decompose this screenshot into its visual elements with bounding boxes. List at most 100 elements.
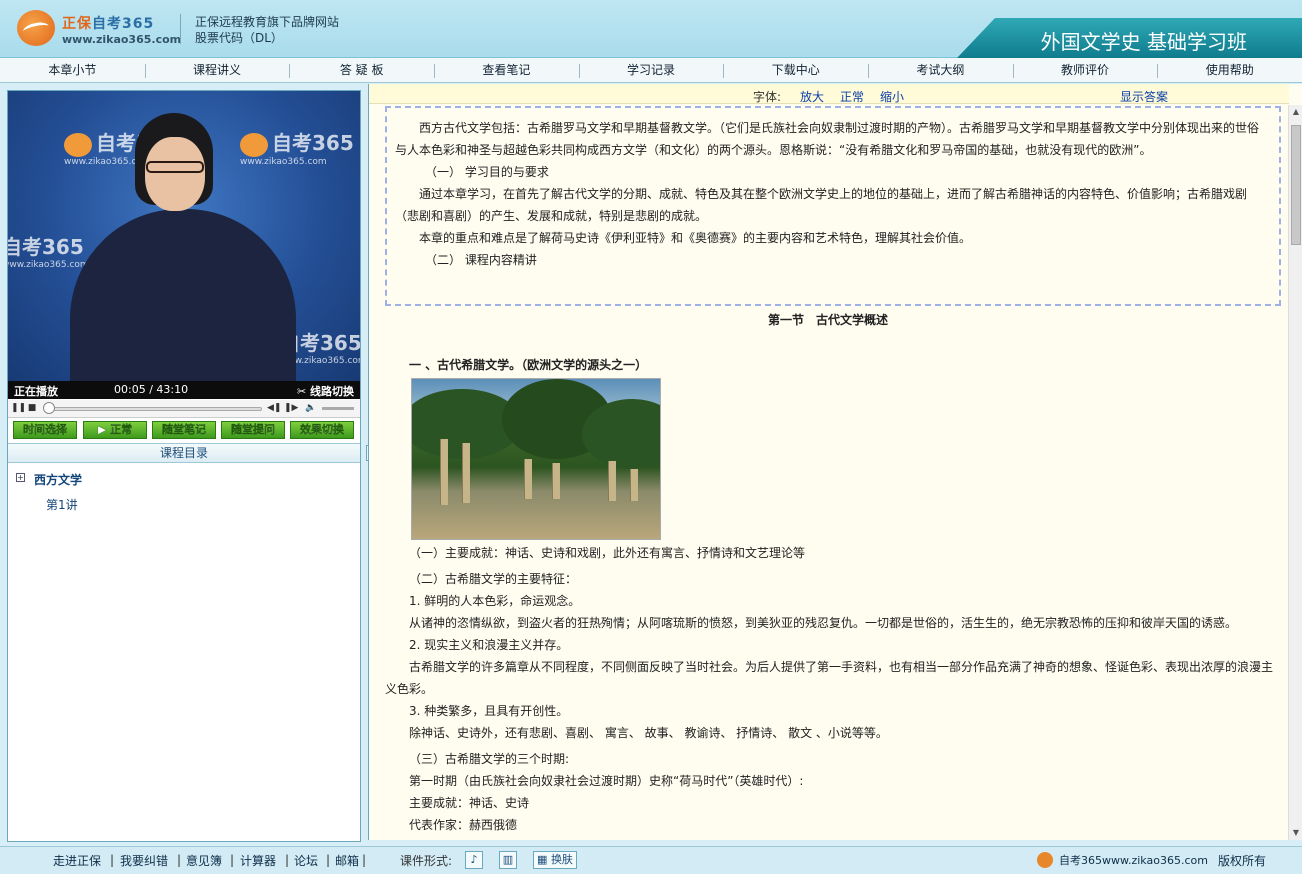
show-answer-link[interactable]: 显示答案	[1120, 88, 1168, 105]
photo-column	[462, 443, 470, 503]
content-line: 3. 种类繁多，且具有开创性。	[409, 704, 569, 718]
tagline: 正保远程教育旗下品牌网站	[195, 15, 340, 29]
photo-column	[524, 459, 532, 499]
video-watermark: 自考365www.zikao365.com	[240, 131, 354, 167]
footer-separator: |	[177, 853, 182, 867]
nav-qa-board[interactable]: 答 疑 板	[289, 58, 434, 82]
content-line: 第一时期（由氏族社会向奴隶社会过渡时期）史称“荷马时代”（英雄时代）:	[409, 774, 804, 788]
nav-view-notes[interactable]: 查看笔记	[434, 58, 579, 82]
content-line: 从诸神的恣情纵欲，到盗火者的狂热殉情；从阿喀琉斯的愤怒，到美狄亚的残忍复仇。一切…	[409, 616, 1238, 630]
photo-column	[608, 461, 616, 501]
volume-slider[interactable]	[322, 407, 354, 410]
catalog-title: 课程目录	[8, 443, 360, 463]
audio-format-icon[interactable]: ♪	[465, 851, 483, 869]
seek-handle[interactable]	[43, 402, 56, 414]
footer-link-about[interactable]: 走进正保	[53, 852, 101, 869]
nav-teacher-review[interactable]: 教师评价	[1012, 58, 1158, 82]
skin-button[interactable]: ▦ 换肤	[533, 851, 577, 869]
content-line: 2. 现实主义和浪漫主义并存。	[409, 638, 569, 652]
scroll-thumb[interactable]	[1291, 125, 1301, 245]
footer-link-report-error[interactable]: 我要纠错	[120, 852, 168, 869]
scroll-up-icon[interactable]: ▲	[1289, 105, 1302, 119]
expand-plus-icon[interactable]: +	[16, 473, 25, 482]
footer-separator: |	[362, 853, 367, 867]
course-title: 外国文学史 基础学习班	[1040, 30, 1247, 54]
intro-heading-goals: （一） 学习目的与要求	[425, 165, 549, 179]
content-line: （二）古希腊文学的主要特征：	[409, 572, 578, 586]
player-button-row: 时间选择 ▶ 正常 随堂笔记 随堂提问 效果切换	[8, 421, 360, 441]
catalog-root-western-literature[interactable]: 西方文学	[34, 471, 82, 488]
stop-icon[interactable]: ■	[26, 402, 38, 414]
seek-bar[interactable]	[46, 407, 262, 411]
watermark-logo-icon	[64, 132, 92, 157]
speed-normal-button[interactable]: ▶ 正常	[83, 421, 147, 439]
class-notes-button[interactable]: 随堂笔记	[152, 421, 216, 439]
font-label: 字体:	[753, 90, 782, 104]
play-time: 00:05 / 43:10	[114, 383, 189, 396]
photo-column	[552, 463, 560, 499]
rewind-icon[interactable]: ◀❚	[267, 402, 281, 414]
section-title: 第一节 古代文学概述	[767, 313, 888, 327]
presenter-glasses	[146, 161, 204, 173]
heading-ancient-greek-literature: 一 、古代希腊文学。（欧洲文学的源头之一）	[409, 358, 648, 372]
footer-separator: |	[326, 853, 331, 867]
effect-switch-button[interactable]: 效果切换	[290, 421, 354, 439]
footer-separator: |	[110, 853, 115, 867]
content-panel: 字体: 放大 正常 缩小 显示答案 西方古代文学包括：古希腊罗马文学和早期基督教…	[368, 84, 1302, 840]
nav-chapter-summary[interactable]: 本章小节	[0, 58, 145, 82]
footer-link-mailbox[interactable]: 邮箱	[335, 852, 359, 869]
format-label: 课件形式:	[400, 854, 453, 868]
presenter-body	[70, 209, 296, 381]
content-scrollbar[interactable]: ▲ ▼	[1288, 105, 1302, 840]
footer-separator: |	[285, 853, 290, 867]
content-line: （一）主要成就：神话、史诗和戏剧，此外还有寓言、抒情诗和文艺理论等	[409, 546, 806, 560]
font-normal-link[interactable]: 正常	[840, 88, 864, 105]
video-player[interactable]: 自考365www.zikao365.com 自考365www.zikao365.…	[8, 91, 360, 381]
footer-logo-icon	[1037, 852, 1053, 868]
play-status: 正在播放	[14, 385, 58, 398]
brand-name[interactable]: 正保自考365	[62, 13, 154, 33]
nav-help[interactable]: 使用帮助	[1157, 58, 1302, 82]
intro-paragraph: 西方古代文学包括：古希腊罗马文学和早期基督教文学。（它们是氏族社会向奴隶制过渡时…	[395, 121, 1260, 157]
switch-line-button[interactable]: ✂ 线路切换	[297, 383, 354, 399]
footer-link-feedback[interactable]: 意见簿	[186, 852, 222, 869]
content-line: 除神话、史诗外，还有悲剧、喜剧、 寓言、 故事、 教谕诗、 抒情诗、 散文 、小…	[409, 726, 888, 740]
content-line: （三）古希腊文学的三个时期:	[409, 752, 570, 766]
player-controls: ❚❚ ■ ◀❚ ❚▶ 🔈	[8, 400, 360, 418]
presenter-face	[145, 137, 205, 211]
footer-link-calculator[interactable]: 计算器	[240, 852, 276, 869]
forward-icon[interactable]: ❚▶	[284, 402, 298, 414]
ruins-photo	[411, 378, 661, 540]
class-question-button[interactable]: 随堂提问	[221, 421, 285, 439]
photo-column	[630, 469, 638, 501]
copyright: 版权所有	[1218, 854, 1267, 868]
nav-study-record[interactable]: 学习记录	[578, 58, 724, 82]
nav-exam-outline[interactable]: 考试大纲	[868, 58, 1013, 82]
footer: 走进正保 | 我要纠错 | 意见簿 | 计算器 | 论坛 | 邮箱 | 课件形式…	[0, 846, 1302, 874]
volume-icon[interactable]: 🔈	[305, 402, 317, 414]
scroll-down-icon[interactable]: ▼	[1289, 826, 1302, 840]
brand-logo-icon[interactable]	[17, 10, 55, 46]
video-status-bar: 正在播放 00:05 / 43:10 ✂ 线路切换	[8, 381, 360, 399]
intro-heading-content: （二） 课程内容精讲	[425, 253, 537, 267]
catalog-item-lecture-1[interactable]: 第1讲	[46, 496, 78, 513]
split-view-icon[interactable]: ▥	[499, 851, 517, 869]
font-shrink-link[interactable]: 缩小	[880, 88, 904, 105]
footer-separator: |	[230, 853, 235, 867]
content-line: 主要成就：神话、史诗	[409, 796, 530, 810]
header: 正保自考365 www.zikao365.com 正保远程教育旗下品牌网站 股票…	[0, 0, 1302, 58]
intro-paragraph: 本章的重点和难点是了解荷马史诗《伊利亚特》和《奥德赛》的主要内容和艺术特色，理解…	[419, 231, 972, 245]
nav-lecture-notes[interactable]: 课程讲义	[144, 58, 290, 82]
left-panel: 自考365www.zikao365.com 自考365www.zikao365.…	[7, 90, 361, 842]
time-select-button[interactable]: 时间选择	[13, 421, 77, 439]
brand-url[interactable]: www.zikao365.com	[62, 33, 181, 46]
main-nav: 本章小节 课程讲义 答 疑 板 查看笔记 学习记录 下载中心 考试大纲 教师评价…	[0, 58, 1302, 83]
pause-icon[interactable]: ❚❚	[11, 402, 26, 414]
font-enlarge-link[interactable]: 放大	[800, 88, 824, 105]
lecture-content: 西方古代文学包括：古希腊罗马文学和早期基督教文学。（它们是氏族社会向奴隶制过渡时…	[369, 105, 1287, 840]
intro-paragraph: 通过本章学习，在首先了解古代文学的分期、成就、特色及其在整个欧洲文学史上的地位的…	[395, 187, 1248, 223]
stock-code: 股票代码（DL）	[195, 31, 283, 45]
footer-link-forum[interactable]: 论坛	[294, 852, 318, 869]
footer-site-link[interactable]: 自考365www.zikao365.com	[1059, 852, 1208, 868]
nav-download-center[interactable]: 下载中心	[723, 58, 868, 82]
